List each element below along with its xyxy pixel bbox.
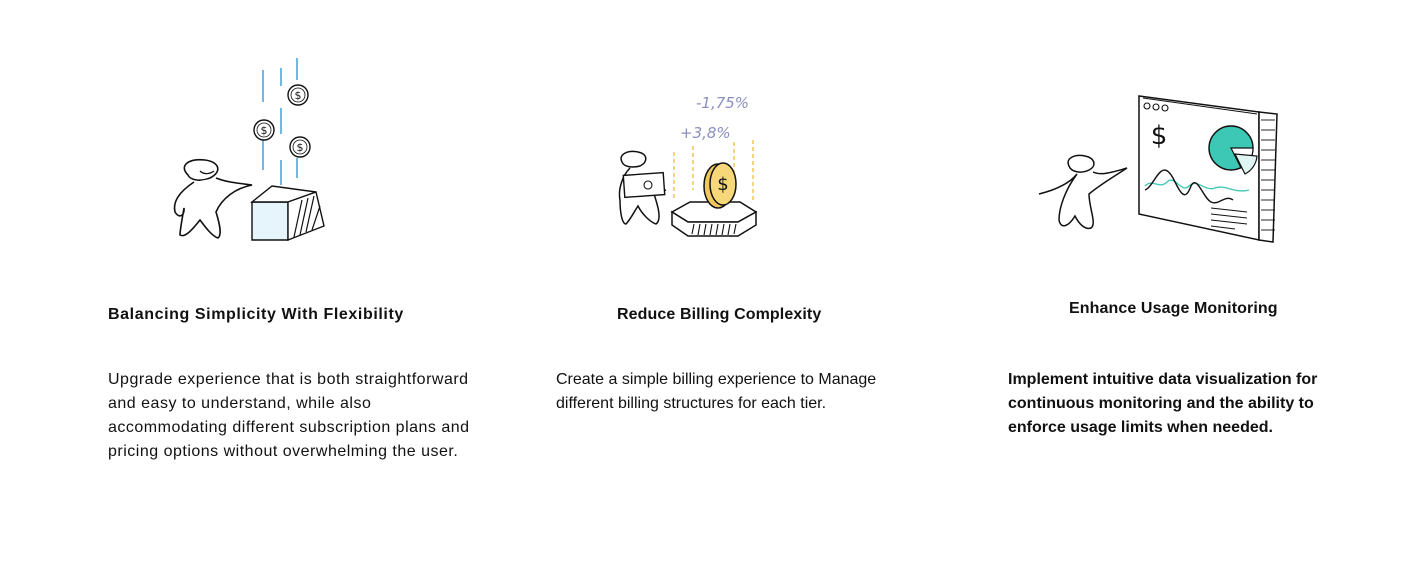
annotation-positive: +3,8% xyxy=(680,124,731,142)
feature-illustration-3: $ xyxy=(1035,90,1285,250)
person-box-falling-coins-icon: $ $ $ xyxy=(173,58,325,242)
feature-description-3: Implement intuitive data visualization f… xyxy=(1008,371,1318,436)
feature-illustration-2: -1,75% +3,8% $ xyxy=(610,80,770,245)
svg-text:$: $ xyxy=(717,174,728,195)
feature-description-1: Upgrade experience that is both straight… xyxy=(108,371,470,460)
annotation-negative: -1,75% xyxy=(696,94,749,112)
feature-description-2: Create a simple billing experience to Ma… xyxy=(556,371,877,412)
svg-text:$: $ xyxy=(297,141,304,154)
feature-title-2: Reduce Billing Complexity xyxy=(617,306,822,323)
person-coin-platform-icon: -1,75% +3,8% $ xyxy=(618,94,758,237)
person-dashboard-chart-icon: $ xyxy=(1038,95,1278,243)
feature-illustration-1: $ $ $ xyxy=(160,50,340,245)
svg-text:$: $ xyxy=(1151,121,1168,151)
feature-title-1: Balancing Simplicity With Flexibility xyxy=(108,306,404,323)
svg-text:$: $ xyxy=(261,124,268,137)
feature-title-3: Enhance Usage Monitoring xyxy=(1069,300,1278,317)
svg-text:$: $ xyxy=(295,89,302,102)
